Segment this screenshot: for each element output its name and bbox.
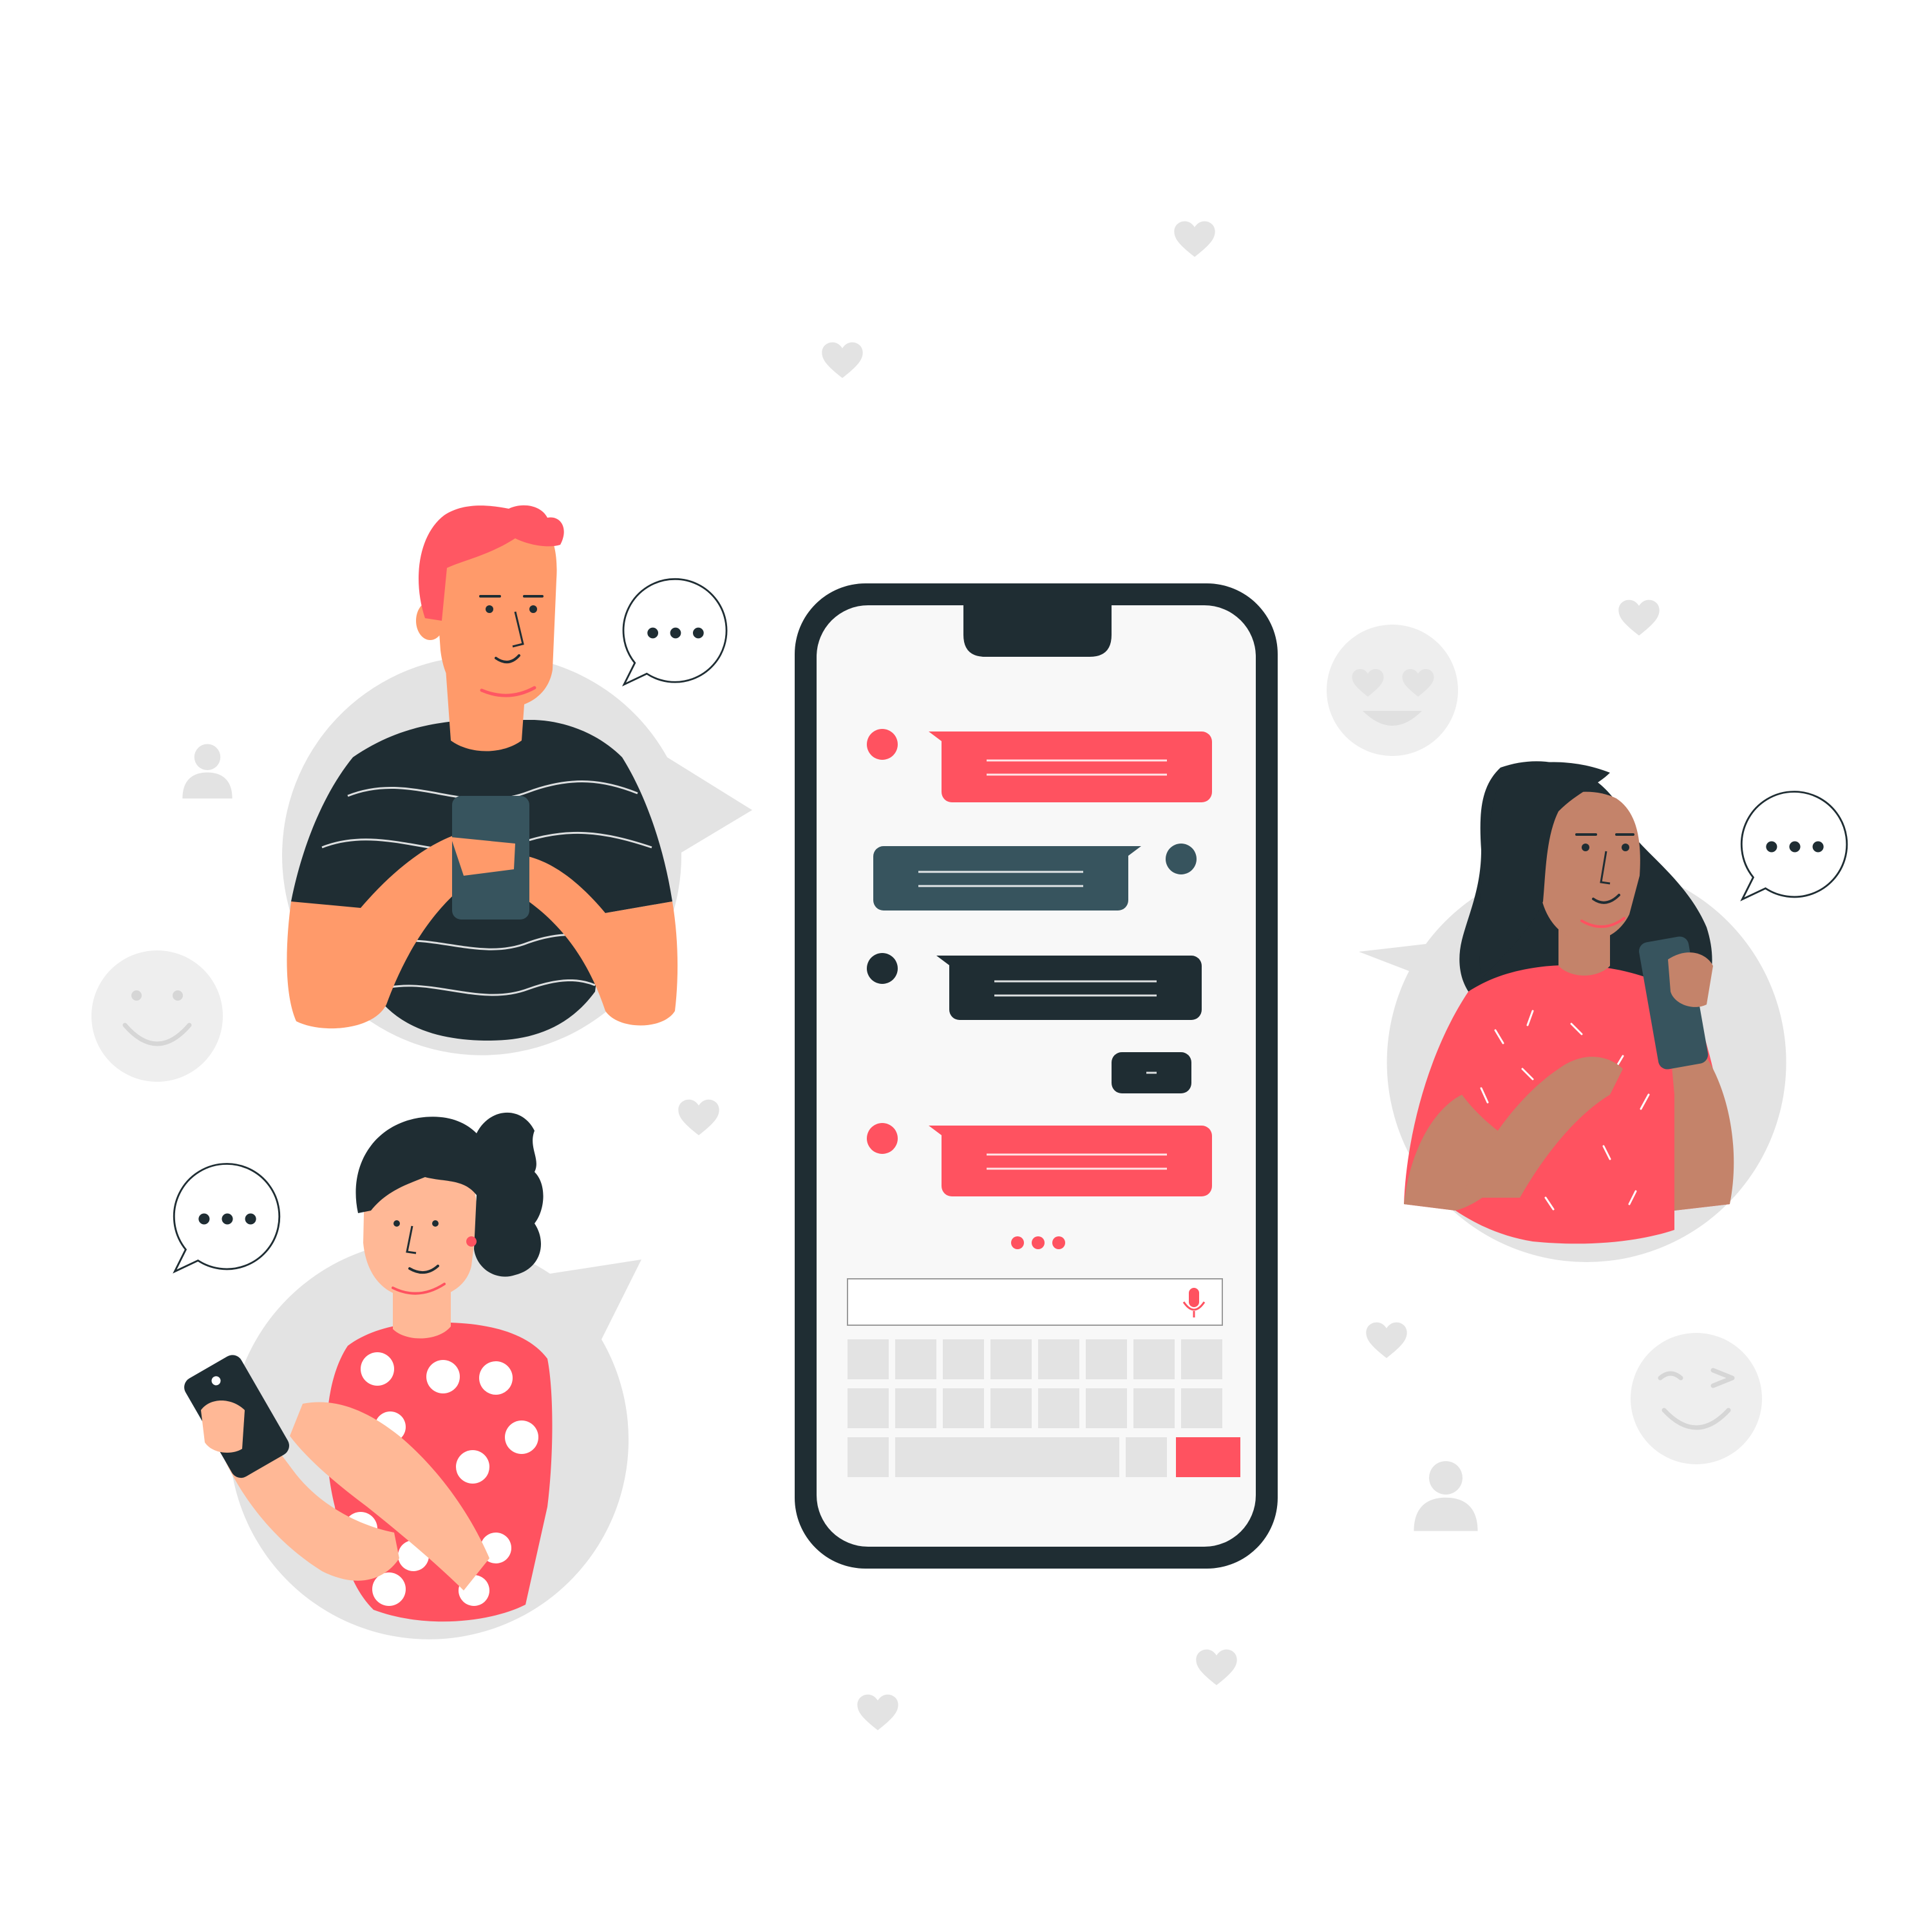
typing-bubble-icon xyxy=(173,1163,281,1273)
heart-eyes-emoji-icon xyxy=(1327,625,1458,756)
keyboard-key[interactable] xyxy=(848,1339,889,1379)
message-bubble xyxy=(942,1126,1212,1196)
person-icon xyxy=(1414,1461,1478,1531)
keyboard-key[interactable] xyxy=(943,1339,984,1379)
keyboard-key[interactable] xyxy=(895,1339,936,1379)
illustration-stage xyxy=(0,0,1932,1906)
keyboard-key[interactable] xyxy=(1181,1339,1222,1379)
heart-icon xyxy=(678,1099,719,1136)
message-bubble xyxy=(949,956,1202,1020)
smiley-icon xyxy=(91,950,223,1082)
space-bar[interactable] xyxy=(895,1437,1119,1477)
keyboard-key[interactable] xyxy=(1086,1339,1127,1379)
typing-bubble-icon xyxy=(622,578,728,686)
heart-icon xyxy=(1618,599,1660,636)
typing-indicator xyxy=(1011,1236,1065,1249)
keyboard-key[interactable] xyxy=(1086,1388,1127,1428)
keyboard-key[interactable] xyxy=(943,1388,984,1428)
keyboard-key[interactable] xyxy=(848,1437,889,1477)
keyboard-key[interactable] xyxy=(1133,1339,1175,1379)
chat-phone-mockup xyxy=(795,583,1278,1569)
heart-icon xyxy=(822,342,863,379)
heart-icon xyxy=(1196,1649,1237,1686)
keyboard-key[interactable] xyxy=(1038,1339,1079,1379)
woman-with-phone-figure xyxy=(1359,761,1786,1262)
keyboard-key[interactable] xyxy=(1181,1388,1222,1428)
keyboard-key[interactable] xyxy=(990,1339,1032,1379)
heart-icon xyxy=(1174,221,1215,258)
heart-icon xyxy=(857,1694,898,1731)
keyboard-key[interactable] xyxy=(1126,1437,1167,1477)
avatar-dot xyxy=(867,1123,898,1154)
message-input-field[interactable] xyxy=(847,1278,1223,1326)
typing-bubble-icon xyxy=(1740,791,1848,901)
wink-emoji-icon xyxy=(1631,1333,1762,1464)
phone-notch xyxy=(963,603,1112,657)
send-key[interactable] xyxy=(1176,1437,1240,1477)
keyboard-key[interactable] xyxy=(1133,1388,1175,1428)
keyboard-key[interactable] xyxy=(848,1388,889,1428)
avatar-dot xyxy=(867,729,898,760)
keyboard-key[interactable] xyxy=(1038,1388,1079,1428)
avatar-dot xyxy=(1166,844,1197,874)
keyboard-key[interactable] xyxy=(895,1388,936,1428)
keyboard-key[interactable] xyxy=(990,1388,1032,1428)
avatar-dot xyxy=(867,953,898,984)
chat-message-self xyxy=(1112,1052,1191,1093)
on-screen-keyboard xyxy=(848,1339,1240,1477)
person-icon xyxy=(182,744,232,799)
heart-icon xyxy=(1366,1322,1407,1359)
online-chat-illustration xyxy=(91,221,1848,1731)
message-bubble xyxy=(873,846,1128,911)
message-bubble xyxy=(942,731,1212,802)
